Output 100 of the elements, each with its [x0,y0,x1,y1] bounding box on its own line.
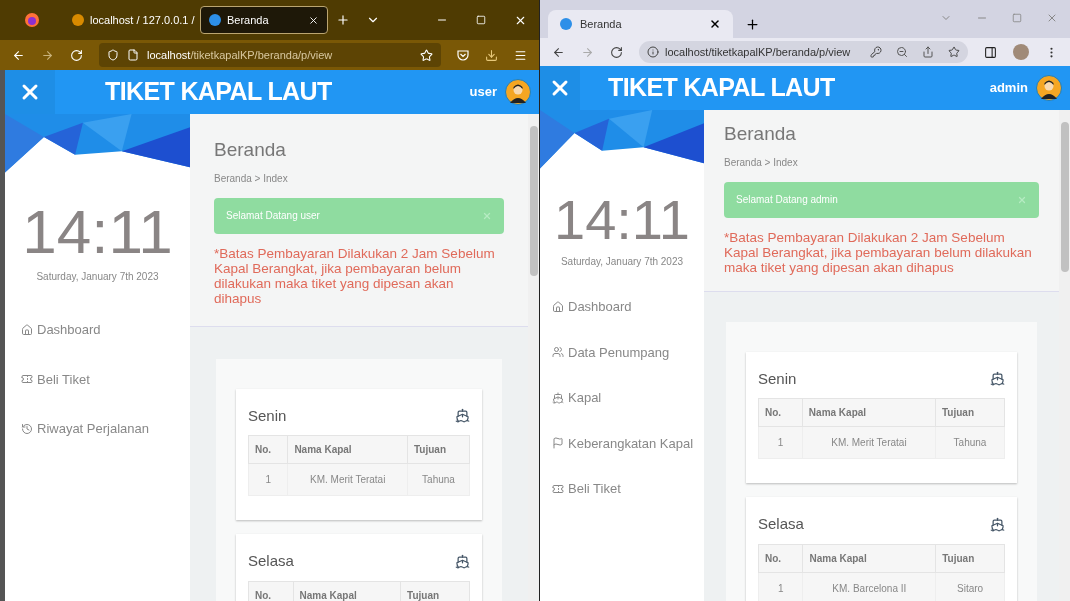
menu-icon[interactable] [514,48,527,62]
info-icon [647,46,659,58]
url-host: localhost [147,47,191,63]
home-icon [552,300,564,313]
pocket-icon[interactable] [457,49,469,61]
tab-title: Beranda [227,12,269,28]
table-cell: KM. Merit Teratai [802,426,936,459]
day-heading: Senin [248,405,287,426]
table-cell: 1 [758,426,803,459]
table-cell: 1 [758,572,803,601]
page-title: Beranda [724,122,797,146]
nav-label: Beli Tiket [568,480,621,498]
page-title: Beranda [214,138,287,162]
close-menu-button[interactable] [540,66,580,110]
tab-title: localhost / 127.0.0.1 / [90,12,195,28]
nav-label: Dashboard [568,298,632,316]
browser-tab[interactable]: Beranda [548,10,733,38]
close-icon[interactable] [709,18,721,30]
nav-label: Data Penumpang [568,343,670,362]
tab-favicon-icon [209,14,221,26]
reload-icon[interactable] [610,45,623,59]
profile-avatar[interactable] [1013,44,1029,60]
scrollbar[interactable] [528,114,539,601]
close-menu-button[interactable] [5,70,55,114]
payment-notice: *Batas Pembayaran Dilakukan 2 Jam Sebelum Kapal Berangkat, jika pembayaran belum dilakukan maka tiket yang dipesan akan dihapus [724,229,1033,275]
page-icon [127,49,139,61]
column-header: Tujuan [407,435,470,464]
browser-tab[interactable]: Beranda [200,6,328,34]
url-host: localhost [665,44,709,60]
history-icon [21,422,33,435]
column-header: Tujuan [935,398,1005,427]
table-cell: 1 [248,463,288,496]
scrollbar[interactable] [1059,110,1070,601]
nav-link[interactable]: Riwayat Perjalanan [21,419,190,439]
new-tab-icon[interactable] [745,17,760,32]
clock: 14:11 [553,192,691,248]
back-icon[interactable] [552,45,565,59]
column-header: No. [248,581,294,601]
alert-text: Selamat Datang admin [736,193,838,207]
back-icon[interactable] [12,48,25,62]
ship-icon [990,371,1005,387]
address-bar[interactable]: localhost/tiketkapalKP/beranda/p/view [99,43,441,67]
zoom-out-icon[interactable] [896,46,908,58]
avatar-icon[interactable] [505,79,531,105]
ship-icon [990,516,1005,532]
username: admin [989,79,1028,98]
app-title: TIKET KAPAL LAUT [608,72,835,104]
flag-icon [552,437,564,450]
nav-label: Dashboard [37,321,101,339]
breadcrumb: Beranda > Index [724,155,799,170]
shield-icon [107,49,119,61]
column-header: Nama Kapal [802,398,936,427]
ship-icon [552,391,564,404]
nav-link[interactable]: Kapal [552,388,704,408]
nav-link[interactable]: Dashboard [552,297,704,317]
nav-label: Riwayat Perjalanan [37,420,149,438]
key-icon[interactable] [870,46,882,58]
username: user [469,83,497,102]
nav-link[interactable]: Beli Tiket [552,479,704,499]
ticket-icon [552,482,564,495]
day-heading: Selasa [758,514,804,534]
users-icon [552,346,564,359]
download-icon[interactable] [485,48,498,62]
tab-favicon-icon [560,18,572,30]
close-icon[interactable] [308,14,319,26]
url-path: /tiketkapalKP/beranda/p/view [708,44,851,60]
table-cell: KM. Merit Teratai [287,463,408,496]
avatar-icon[interactable] [1036,75,1062,101]
ship-icon [455,408,470,424]
forward-icon[interactable] [41,48,54,62]
column-header: No. [248,435,288,464]
home-icon [21,323,33,336]
side-panel-icon[interactable] [984,45,997,59]
url-path: /tiketkapalKP/beranda/p/view [190,47,333,63]
share-icon[interactable] [922,46,934,58]
address-bar[interactable]: localhost/tiketkapalKP/beranda/p/view [639,41,968,63]
column-header: No. [758,398,803,427]
nav-label: Beli Tiket [37,370,90,389]
column-header: Tujuan [935,544,1005,572]
column-header: No. [758,544,803,572]
table-cell: Tahuna [407,463,470,496]
nav-link[interactable]: Dashboard [21,320,190,340]
ticket-icon [21,373,33,386]
tab-title: Beranda [580,16,622,32]
alert-text: Selamat Datang user [226,209,320,223]
date-text: Saturday, January 7th 2023 [35,270,160,284]
nav-link[interactable]: Data Penumpang [552,342,704,362]
payment-notice: *Batas Pembayaran Dilakukan 2 Jam Sebelum Kapal Berangkat, jika pembayaran belum dilakukan maka tiket yang dipesan akan dihapus [214,245,496,306]
day-heading: Senin [758,368,797,389]
nav-link[interactable]: Beli Tiket [21,369,190,389]
table-cell: Tahuna [935,426,1005,459]
app-title: TIKET KAPAL LAUT [105,76,332,108]
nav-link[interactable]: Keberangkatan Kapal [552,433,704,453]
nav-label: Kapal [568,389,602,407]
breadcrumb: Beranda > Index [214,171,289,186]
column-header: Nama Kapal [287,435,408,464]
star-icon[interactable] [948,46,960,58]
date-text: Saturday, January 7th 2023 [559,255,685,269]
clock: 14:11 [21,201,174,263]
tab-favicon-icon [72,14,84,26]
